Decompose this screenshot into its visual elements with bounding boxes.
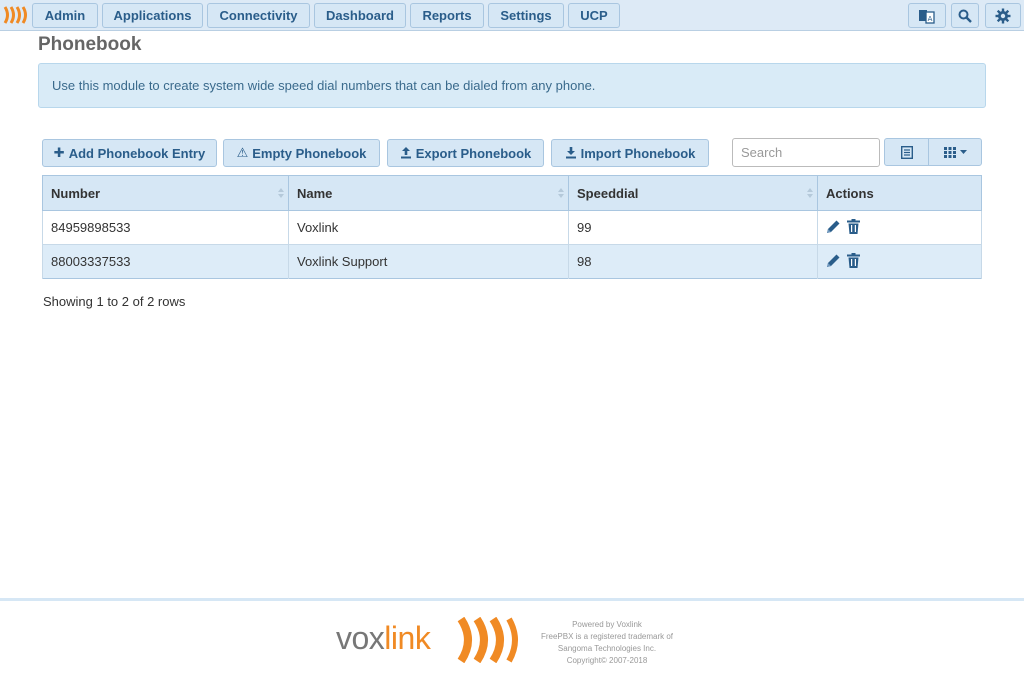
cell-name: Voxlink	[288, 210, 569, 245]
svg-text:A: A	[928, 15, 933, 23]
gear-icon	[995, 8, 1011, 23]
download-icon	[565, 147, 576, 159]
column-header-speeddial[interactable]: Speeddial	[568, 175, 818, 211]
sort-icon	[278, 188, 284, 198]
empty-phonebook-button[interactable]: ⚠ Empty Phonebook	[223, 139, 380, 167]
pagination-status: Showing 1 to 2 of 2 rows	[43, 294, 186, 309]
brand-prefix: vox	[336, 620, 385, 656]
nav-admin[interactable]: Admin	[32, 3, 98, 28]
top-navbar: Admin Applications Connectivity Dashboar…	[0, 0, 1024, 31]
phonebook-table: Number Name Speeddial Actions 8495989853…	[42, 175, 982, 279]
sort-icon	[558, 188, 564, 198]
nav-ucp[interactable]: UCP	[568, 3, 620, 28]
column-header-number[interactable]: Number	[42, 175, 289, 211]
brand-suffix: link	[384, 620, 431, 656]
footer: voxlink Powered by Voxlink FreePBX is a …	[0, 598, 1024, 683]
column-header-name[interactable]: Name	[288, 175, 569, 211]
column-header-actions: Actions	[817, 175, 982, 211]
edit-pencil-icon[interactable]	[826, 219, 841, 234]
language-icon: A	[919, 9, 935, 24]
footer-brand-logo: voxlink	[336, 620, 431, 657]
sort-icon	[807, 188, 813, 198]
search-icon	[958, 9, 972, 23]
nav-reports[interactable]: Reports	[410, 3, 484, 28]
info-box: Use this module to create system wide sp…	[38, 63, 986, 108]
cell-actions	[817, 244, 982, 279]
search-input[interactable]	[732, 138, 880, 167]
toggle-view-button[interactable]	[884, 138, 929, 166]
table-row: 88003337533 Voxlink Support 98	[42, 244, 982, 279]
delete-trash-icon[interactable]	[847, 218, 860, 234]
nav-applications[interactable]: Applications	[102, 3, 203, 28]
cell-actions	[817, 210, 982, 245]
cell-number: 84959898533	[42, 210, 289, 245]
nav-connectivity[interactable]: Connectivity	[207, 3, 310, 28]
plus-icon: ✚	[53, 145, 65, 160]
nav-settings[interactable]: Settings	[488, 3, 564, 28]
nav-dashboard[interactable]: Dashboard	[314, 3, 406, 28]
table-row: 84959898533 Voxlink 99	[42, 210, 982, 245]
add-phonebook-entry-button[interactable]: ✚ Add Phonebook Entry	[42, 139, 217, 167]
search-button[interactable]	[951, 3, 979, 28]
info-text: Use this module to create system wide sp…	[52, 78, 596, 93]
warning-icon: ⚠	[236, 145, 249, 160]
footer-credits: Powered by Voxlink FreePBX is a register…	[540, 620, 674, 665]
language-button[interactable]: A	[908, 3, 946, 28]
grid-columns-icon	[943, 146, 956, 158]
import-phonebook-button[interactable]: Import Phonebook	[551, 139, 709, 167]
voxlink-logo-icon[interactable]	[2, 5, 28, 25]
columns-dropdown-button[interactable]	[928, 138, 982, 166]
cell-speeddial: 98	[568, 244, 818, 279]
caret-down-icon	[959, 149, 967, 154]
upload-icon	[400, 147, 411, 159]
voxlink-mark-icon	[457, 617, 518, 663]
edit-pencil-icon[interactable]	[826, 253, 841, 268]
page-title: Phonebook	[38, 34, 142, 55]
export-phonebook-button[interactable]: Export Phonebook	[387, 139, 544, 167]
cell-number: 88003337533	[42, 244, 289, 279]
delete-trash-icon[interactable]	[847, 252, 860, 268]
cell-name: Voxlink Support	[288, 244, 569, 279]
settings-button[interactable]	[985, 3, 1021, 28]
cell-speeddial: 99	[568, 210, 818, 245]
list-view-icon	[900, 145, 913, 159]
